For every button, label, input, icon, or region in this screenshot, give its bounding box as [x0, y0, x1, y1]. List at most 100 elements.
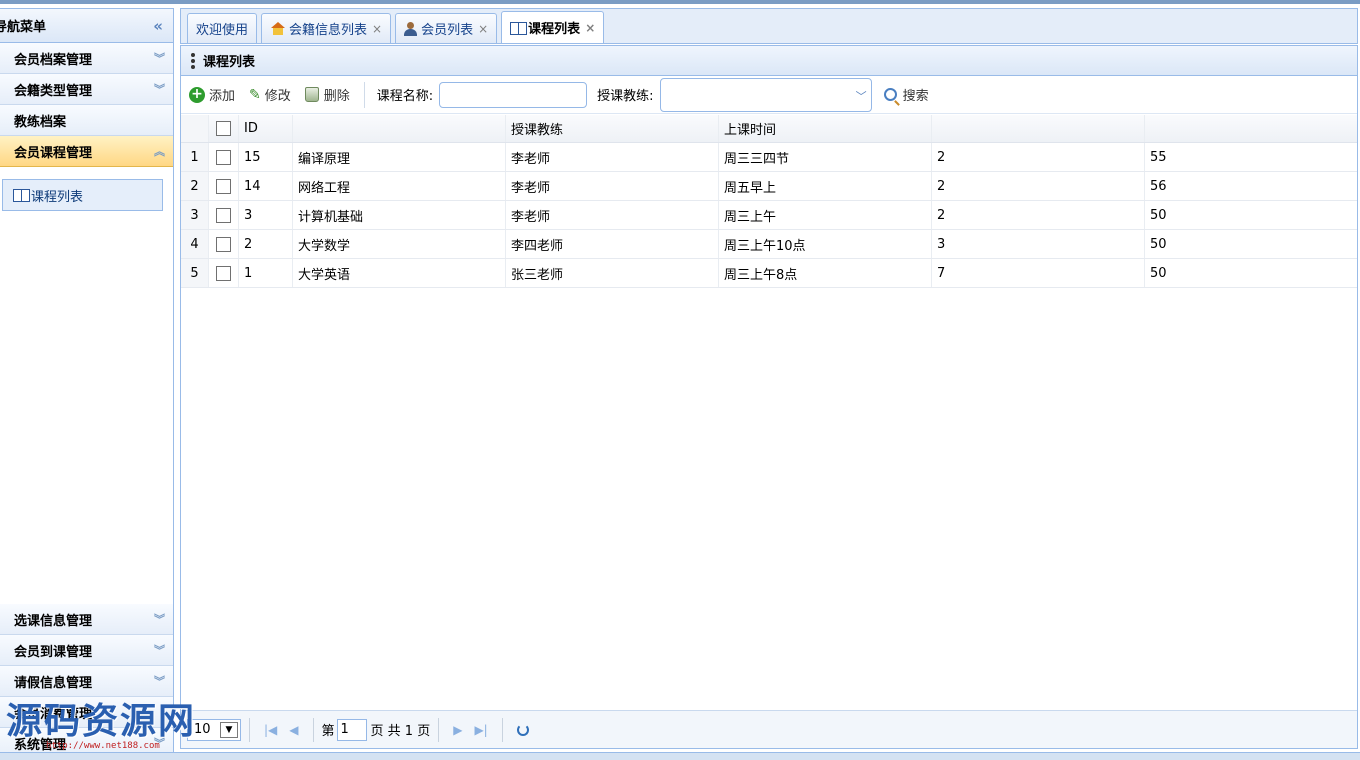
add-button[interactable]: + 添加 — [189, 85, 235, 104]
edit-button[interactable]: ✎ 修改 — [249, 85, 291, 105]
double-chevron-down-icon: ︾ — [154, 613, 165, 626]
sidebar-item-course-selection[interactable]: 选课信息管理 ︾ — [0, 604, 173, 635]
sidebar-item-member-archive[interactable]: 会员档案管理 ︾ — [0, 43, 173, 74]
row-select-cell — [209, 201, 239, 229]
cell-col6: 55 — [1150, 149, 1167, 165]
cell-coach: 李老师 — [506, 201, 719, 229]
table-row[interactable]: 5 1 大学英语 张三老师 周三上午8点 7 50 — [181, 259, 1357, 288]
book-icon — [13, 189, 30, 202]
double-chevron-down-icon: ︾ — [154, 644, 165, 657]
search-label: 搜索 — [902, 89, 929, 104]
select-all-checkbox[interactable] — [216, 121, 231, 136]
page-number-input[interactable]: 1 — [336, 718, 367, 741]
table-row[interactable]: 3 3 计算机基础 李老师 周三上午 2 50 — [181, 201, 1357, 230]
sidebar-item-label: 请假信息管理 — [14, 675, 93, 691]
page-prefix: 第 — [321, 724, 335, 739]
cell-col6: 50 — [1150, 207, 1167, 223]
course-list-panel: 课程列表 + 添加 ✎ 修改 删除 课程名称: 授课教练: ﹀ 搜索 ID 授课… — [180, 45, 1358, 749]
tab-course-list[interactable]: 课程列表 × — [501, 11, 605, 43]
table-row[interactable]: 4 2 大学数学 李四老师 周三上午10点 3 50 — [181, 230, 1357, 259]
last-page-icon[interactable]: ▶| — [474, 723, 487, 737]
page-size-value: 10 — [194, 722, 211, 737]
search-icon — [883, 88, 897, 101]
chevron-down-icon[interactable]: ﹀ — [856, 88, 867, 104]
row-checkbox[interactable] — [216, 265, 231, 281]
cell-name: 编译原理 — [293, 143, 506, 171]
cell-col5: 2 — [932, 201, 1145, 229]
nav-sidebar: 导航菜单 « 会员档案管理 ︾ 会籍类型管理 ︾ 教练档案 会员课程管理 ︽ 课… — [0, 8, 174, 759]
tab-membership-list[interactable]: 会籍信息列表 × — [261, 13, 392, 43]
course-name-input[interactable] — [439, 81, 588, 108]
column-header-coach[interactable]: 授课教练 — [506, 115, 719, 142]
tab-welcome[interactable]: 欢迎使用 — [187, 13, 258, 43]
sidebar-item-label: 会员课程管理 — [14, 145, 93, 161]
column-header-time[interactable]: 上课时间 — [719, 115, 932, 142]
cell-time: 周三上午8点 — [719, 259, 932, 287]
first-page-icon[interactable]: |◀ — [264, 723, 277, 737]
cell-time: 周三上午 — [719, 201, 932, 229]
table-row[interactable]: 1 15 编译原理 李老师 周三三四节 2 55 — [181, 143, 1357, 172]
cell-id: 15 — [239, 143, 293, 171]
prev-page-icon[interactable]: ◀ — [289, 723, 298, 737]
sidebar-item-coach-archive[interactable]: 教练档案 — [0, 105, 173, 136]
cell-coach: 李老师 — [506, 143, 719, 171]
sidebar-item-label: 会籍类型管理 — [14, 83, 93, 99]
cell-time: 周五早上 — [719, 172, 932, 200]
book-icon — [510, 21, 528, 35]
sidebar-item-membership-type[interactable]: 会籍类型管理 ︾ — [0, 74, 173, 105]
column-header-id[interactable]: ID — [239, 115, 293, 142]
tab-label: 欢迎使用 — [196, 23, 249, 38]
bottom-frame-bar — [0, 752, 1360, 760]
sidebar-header: 导航菜单 « — [0, 9, 173, 43]
cell-name: 大学数学 — [293, 230, 506, 258]
search-button[interactable]: 搜索 — [883, 85, 929, 104]
cell-col5: 7 — [932, 259, 1145, 287]
tab-label: 会籍信息列表 — [289, 23, 368, 38]
row-checkbox[interactable] — [216, 207, 231, 223]
column-header-5[interactable] — [932, 115, 1145, 142]
column-header-name[interactable] — [293, 115, 506, 142]
tab-bar: 欢迎使用 会籍信息列表 × 会员列表 × 课程列表 × — [180, 8, 1358, 44]
cell-col6: 50 — [1150, 265, 1167, 281]
cell-name: 大学英语 — [293, 259, 506, 287]
tab-member-list[interactable]: 会员列表 × — [395, 13, 498, 43]
cell-name: 网络工程 — [293, 172, 506, 200]
coach-label: 授课教练: — [597, 89, 654, 104]
cell-id: 3 — [239, 201, 293, 229]
double-chevron-up-icon: ︽ — [154, 145, 165, 158]
delete-button[interactable]: 删除 — [304, 85, 350, 104]
cell-col5: 2 — [932, 172, 1145, 200]
column-header-6[interactable] — [1145, 115, 1357, 142]
sidebar-item-label: 会员档案管理 — [14, 52, 93, 68]
trash-icon — [304, 87, 319, 102]
sidebar-item-course-management[interactable]: 会员课程管理 ︽ — [0, 136, 173, 167]
pager-separator — [312, 717, 314, 742]
cell-time: 周三上午10点 — [719, 230, 932, 258]
coach-select[interactable]: ﹀ — [659, 77, 872, 112]
pager-separator — [249, 717, 250, 742]
add-icon: + — [189, 86, 205, 103]
house-icon — [270, 22, 286, 35]
sidebar-item-attendance[interactable]: 会员到课管理 ︾ — [0, 635, 173, 666]
pagination-bar: 10 ▼ |◀ ◀ 第 1 页 共 1 页 ▶ ▶| — [181, 710, 1357, 748]
pager-separator — [501, 717, 503, 742]
sidebar-link-course-list[interactable]: 课程列表 — [2, 179, 163, 211]
refresh-icon[interactable] — [516, 723, 529, 736]
close-icon[interactable]: × — [478, 22, 488, 36]
chevron-down-icon[interactable]: ▼ — [220, 721, 238, 738]
close-icon[interactable]: × — [585, 21, 595, 35]
close-icon[interactable]: × — [372, 22, 382, 36]
top-frame-bar — [0, 0, 1360, 4]
row-checkbox[interactable] — [216, 149, 231, 165]
double-chevron-left-icon[interactable]: « — [153, 17, 163, 35]
cell-col5: 2 — [932, 143, 1145, 171]
delete-label: 删除 — [323, 89, 350, 104]
cell-col5: 3 — [932, 230, 1145, 258]
row-select-cell — [209, 259, 239, 287]
row-checkbox[interactable] — [216, 236, 231, 252]
pencil-icon: ✎ — [249, 86, 261, 103]
pager-separator — [438, 717, 440, 742]
next-page-icon[interactable]: ▶ — [453, 723, 462, 737]
table-row[interactable]: 2 14 网络工程 李老师 周五早上 2 56 — [181, 172, 1357, 201]
row-checkbox[interactable] — [216, 178, 231, 194]
